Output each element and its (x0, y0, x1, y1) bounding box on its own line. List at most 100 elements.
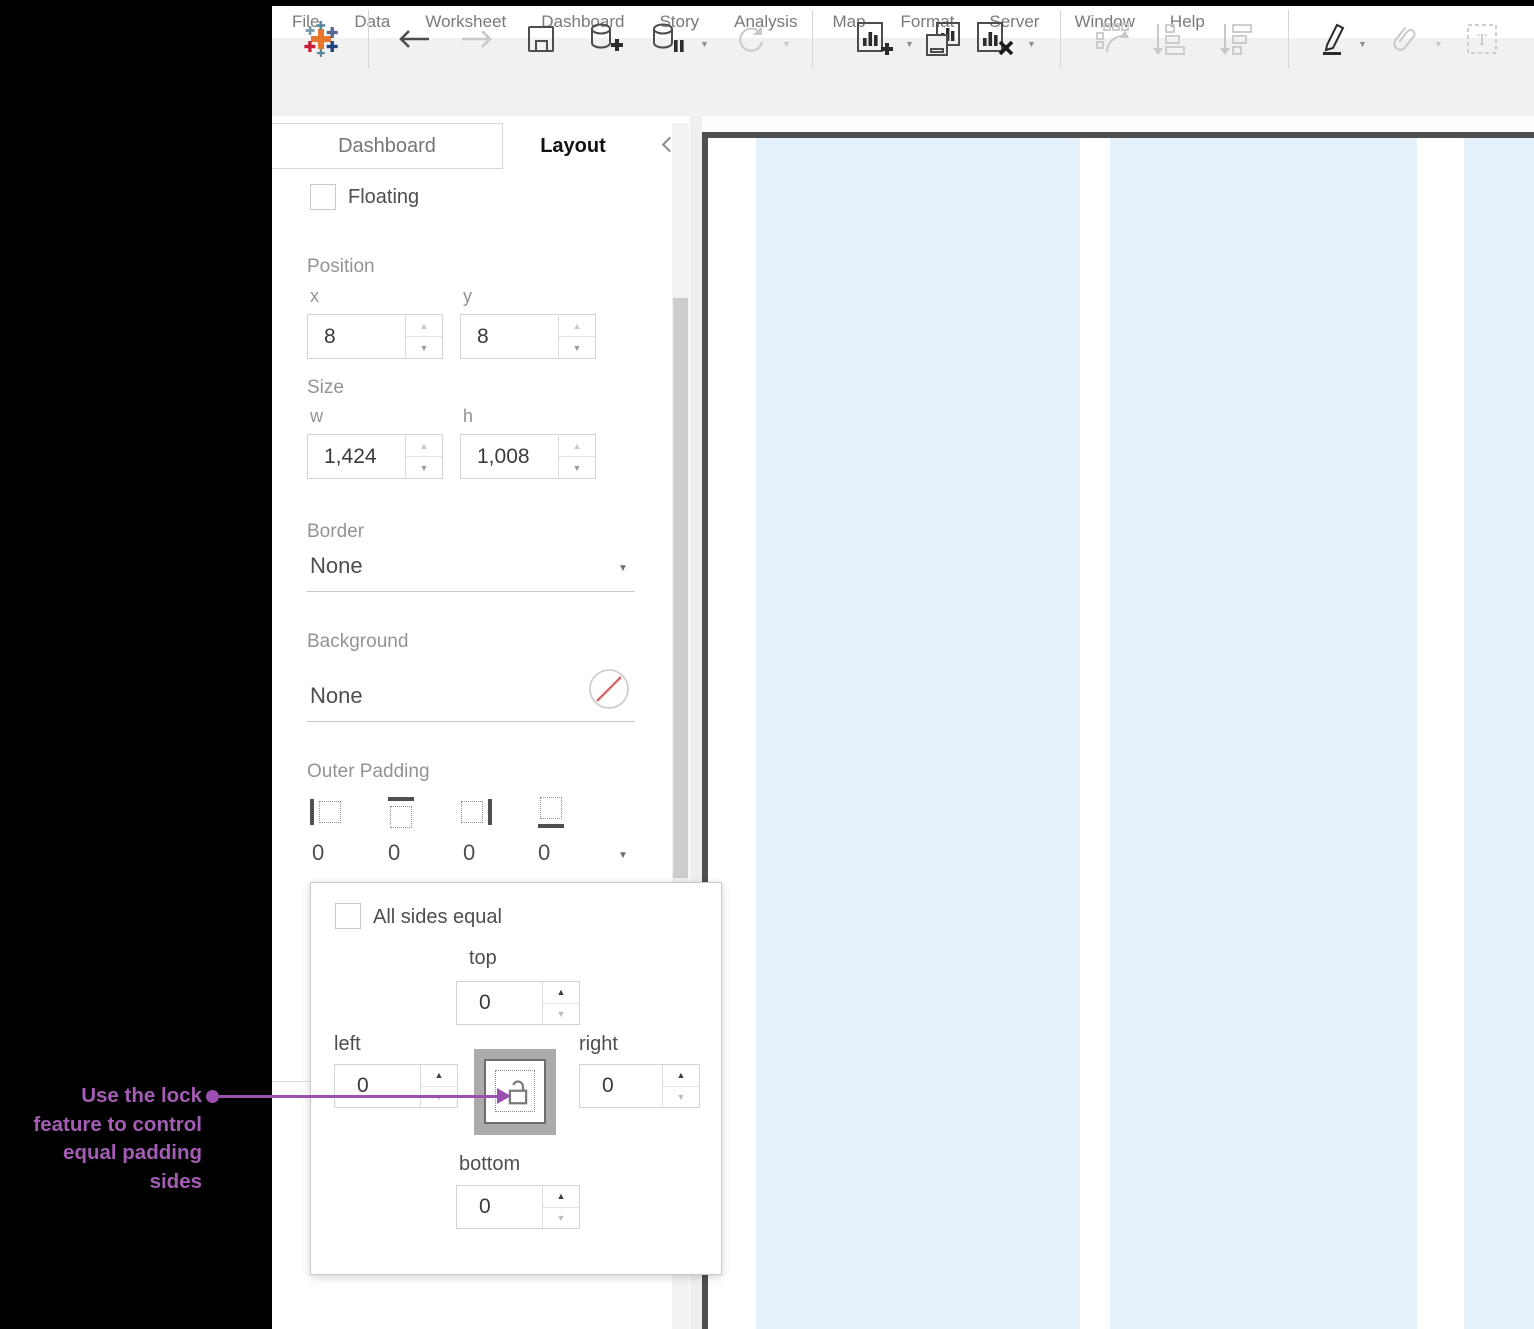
canvas-margin-top (702, 116, 1534, 132)
border-select-underline (307, 591, 635, 592)
forward-button (458, 0, 496, 78)
left-input[interactable]: 0 (335, 1065, 420, 1107)
save-button[interactable] (522, 0, 560, 78)
clear-sheet-caret[interactable] (1027, 34, 1039, 46)
toolbar-separator (812, 10, 813, 68)
size-w-input[interactable]: 1,424 (308, 435, 405, 478)
menu-data[interactable]: Data (354, 12, 390, 32)
annotation-arrow-line (219, 1095, 499, 1098)
outer-padding-caret[interactable] (618, 845, 628, 863)
size-section-label: Size (307, 377, 344, 399)
spin-down-icon[interactable] (543, 1004, 579, 1025)
panel-section-divider (272, 1081, 310, 1082)
annotation-line: sides (0, 1168, 202, 1197)
tableau-logo-icon (300, 0, 342, 78)
padding-top-value[interactable]: 0 (388, 840, 400, 866)
padding-bottom-icon (536, 797, 568, 829)
spin-up-icon[interactable] (421, 1065, 457, 1087)
bottom-input[interactable]: 0 (457, 1186, 542, 1228)
clear-sheet-button[interactable] (972, 0, 1016, 78)
format-workbook-button (1384, 0, 1424, 78)
pause-auto-updates-caret[interactable] (700, 34, 712, 46)
outer-padding-section-label: Outer Padding (307, 761, 430, 783)
highlight-caret[interactable] (1358, 34, 1370, 46)
size-w-label: w (310, 406, 323, 427)
left-label: left (334, 1033, 361, 1056)
size-w-spinner: 1,424 (307, 434, 443, 479)
right-input[interactable]: 0 (580, 1065, 662, 1107)
background-select-value[interactable]: None (310, 683, 363, 709)
spin-down-icon[interactable] (559, 457, 595, 478)
layout-zone-2[interactable] (1110, 138, 1417, 1329)
highlight-button[interactable] (1312, 0, 1352, 78)
spin-up-icon[interactable] (663, 1065, 699, 1087)
padding-top-icon (386, 797, 418, 829)
panel-scrollbar-thumb[interactable] (673, 298, 688, 878)
top-input[interactable]: 0 (457, 982, 542, 1024)
padding-bottom-value[interactable]: 0 (538, 840, 550, 866)
right-label: right (579, 1033, 618, 1056)
new-worksheet-button[interactable] (852, 0, 896, 78)
toolbar-separator (1288, 10, 1289, 68)
tab-layout[interactable]: Layout (503, 123, 643, 169)
outer-padding-popup: All sides equal top 0 left 0 right 0 bot… (310, 882, 722, 1275)
no-color-icon[interactable] (588, 668, 630, 715)
padding-left-value[interactable]: 0 (312, 840, 324, 866)
bottom-spinner: 0 (456, 1185, 580, 1229)
spin-up-icon[interactable] (406, 315, 442, 337)
position-x-spinner: 8 (307, 314, 443, 359)
duplicate-sheet-button[interactable] (922, 0, 966, 78)
border-select-value[interactable]: None (310, 553, 363, 579)
swap-rows-columns-button (1092, 0, 1134, 78)
toolbar-separator (1060, 10, 1061, 68)
new-data-source-button[interactable] (584, 0, 626, 78)
annotation-text: Use the lock feature to control equal pa… (0, 1082, 202, 1196)
spin-down-icon[interactable] (559, 337, 595, 358)
size-h-input[interactable]: 1,008 (461, 435, 558, 478)
tab-layout-label: Layout (540, 135, 606, 158)
back-button[interactable] (395, 0, 433, 78)
annotation-arrow-dot (206, 1090, 219, 1103)
show-captions-button: T (1462, 0, 1502, 78)
all-sides-equal-checkbox[interactable] (335, 903, 361, 929)
spin-down-icon[interactable] (406, 337, 442, 358)
annotation-line: equal padding (0, 1139, 202, 1168)
pause-auto-updates-button[interactable] (646, 0, 688, 78)
padding-left-icon (310, 797, 342, 829)
run-update-caret (782, 34, 794, 46)
top-label: top (469, 947, 497, 970)
top-spinner: 0 (456, 981, 580, 1025)
bottom-label: bottom (459, 1153, 520, 1176)
border-select-caret[interactable] (618, 558, 628, 576)
annotation-line: Use the lock (0, 1082, 202, 1111)
layout-zone-1[interactable] (756, 138, 1080, 1329)
layout-zone-3[interactable] (1464, 138, 1534, 1329)
spin-down-icon[interactable] (543, 1208, 579, 1229)
spin-down-icon[interactable] (663, 1087, 699, 1108)
position-x-input[interactable]: 8 (308, 315, 405, 358)
size-h-spinner: 1,008 (460, 434, 596, 479)
dashboard-canvas[interactable] (708, 138, 1534, 1329)
spin-up-icon[interactable] (559, 315, 595, 337)
left-spinner: 0 (334, 1064, 458, 1108)
spin-up-icon[interactable] (543, 982, 579, 1004)
spin-up-icon[interactable] (543, 1186, 579, 1208)
new-worksheet-caret[interactable] (905, 34, 917, 46)
padding-lock-button[interactable] (474, 1049, 556, 1135)
floating-checkbox[interactable] (310, 184, 336, 210)
sort-descending-button (1215, 0, 1257, 78)
tab-dashboard-label: Dashboard (338, 135, 436, 158)
floating-label: Floating (348, 186, 419, 209)
svg-text:T: T (1477, 32, 1487, 49)
spin-up-icon[interactable] (559, 435, 595, 457)
size-h-label: h (463, 406, 473, 427)
position-x-label: x (310, 286, 319, 307)
spin-down-icon[interactable] (406, 457, 442, 478)
all-sides-equal-label: All sides equal (373, 906, 502, 929)
padding-right-value[interactable]: 0 (463, 840, 475, 866)
background-section-label: Background (307, 631, 408, 653)
spin-up-icon[interactable] (406, 435, 442, 457)
position-y-input[interactable]: 8 (461, 315, 558, 358)
tab-dashboard[interactable]: Dashboard (272, 123, 503, 169)
format-workbook-caret (1434, 34, 1446, 46)
